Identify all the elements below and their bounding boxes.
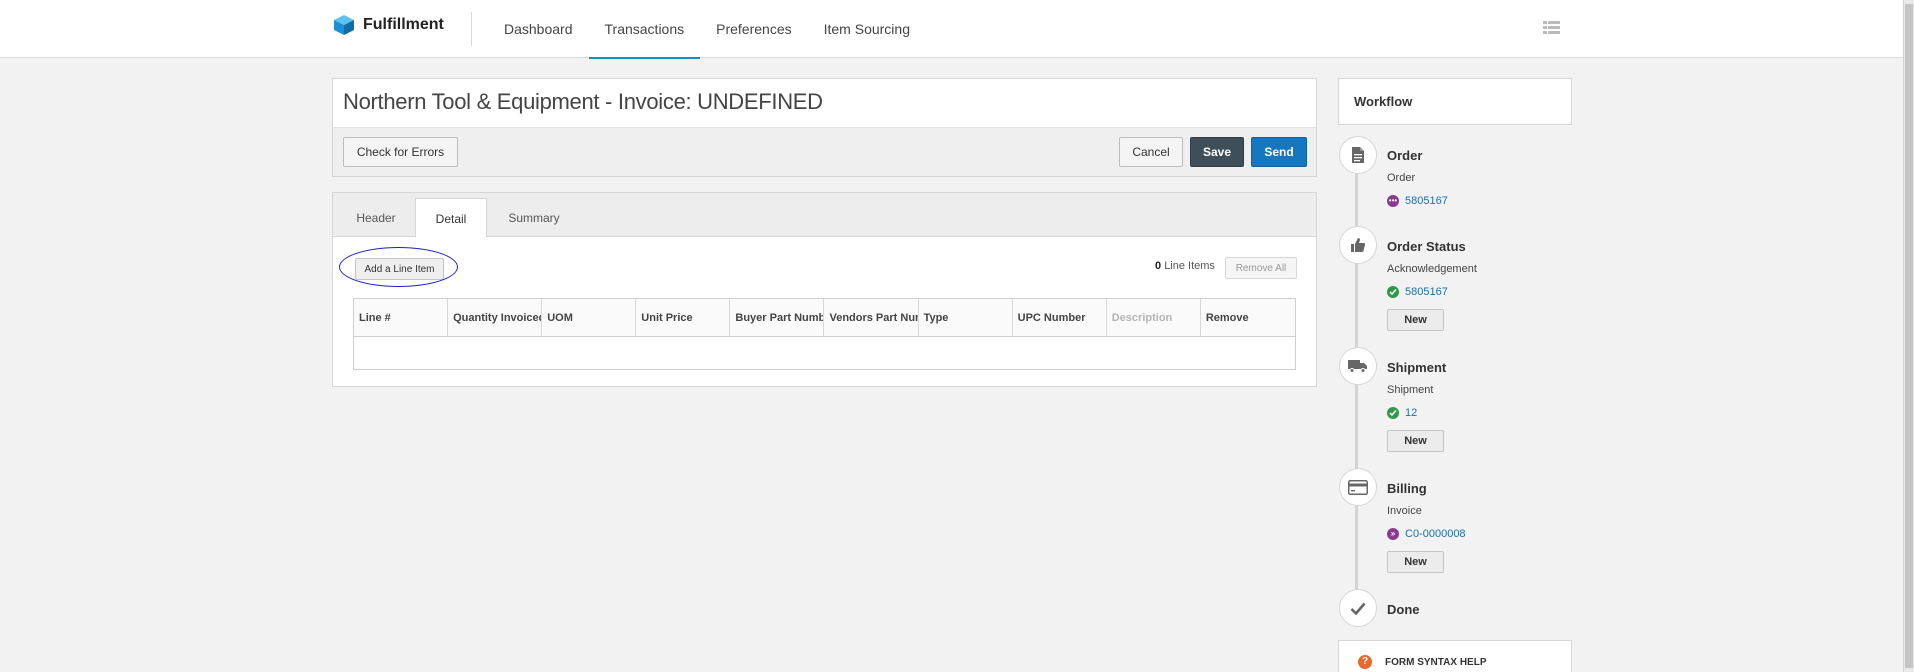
workflow-step-status-title: Order Status	[1387, 239, 1466, 254]
workflow-step-billing-title: Billing	[1387, 481, 1427, 496]
col-unit-price[interactable]: Unit Price	[636, 299, 731, 337]
workflow-step-status-icon	[1339, 226, 1377, 264]
cube-icon	[334, 15, 354, 35]
nav-preferences[interactable]: Preferences	[700, 0, 807, 58]
main-nav: Dashboard Transactions Preferences Item …	[488, 0, 926, 59]
nav-dashboard[interactable]: Dashboard	[488, 0, 589, 58]
workflow-step-shipment-title: Shipment	[1387, 360, 1447, 375]
workflow-step-done-icon	[1339, 589, 1377, 627]
workflow-step-done-title: Done	[1387, 602, 1420, 617]
grid-header-row: Line # Quantity Invoiced UOM Unit Price …	[354, 299, 1295, 337]
col-vendors-part-number[interactable]: Vendors Part Number	[824, 299, 919, 337]
brand[interactable]: Fulfillment	[333, 14, 444, 36]
nav-item-sourcing[interactable]: Item Sourcing	[808, 0, 926, 58]
form-syntax-help-label[interactable]: FORM SYNTAX HELP	[1385, 657, 1486, 668]
credit-card-icon	[1348, 479, 1368, 495]
col-type[interactable]: Type	[919, 299, 1013, 337]
col-description: Description	[1107, 299, 1201, 337]
vertical-scrollbar[interactable]	[1903, 0, 1914, 672]
tab-header[interactable]: Header	[339, 198, 413, 238]
brand-name: Fulfillment	[363, 16, 444, 33]
forward-icon: »	[1387, 528, 1399, 540]
scrollbar-thumb[interactable]	[1905, 4, 1913, 668]
col-quantity-invoiced[interactable]: Quantity Invoiced	[448, 299, 543, 337]
line-count: 0 Line Items	[1155, 260, 1215, 272]
col-line-number[interactable]: Line #	[354, 299, 449, 337]
col-uom[interactable]: UOM	[542, 299, 637, 337]
workflow-step-shipment-link[interactable]: 12	[1387, 407, 1417, 419]
workflow-step-order-sub: Order	[1387, 172, 1416, 184]
in-progress-icon: •••	[1387, 195, 1399, 207]
workflow-step-order-icon	[1339, 136, 1377, 174]
col-buyer-part-number[interactable]: Buyer Part Number	[730, 299, 825, 337]
line-count-label: Line Items	[1164, 260, 1215, 272]
cancel-button[interactable]: Cancel	[1119, 137, 1183, 167]
line-count-value: 0	[1155, 260, 1162, 272]
order-number-link[interactable]: 5805167	[1405, 195, 1448, 207]
document-title-card: Northern Tool & Equipment - Invoice: UND…	[332, 78, 1317, 177]
truck-icon	[1348, 360, 1367, 373]
workflow-step-billing-sub: Invoice	[1387, 505, 1422, 517]
new-shipment-button[interactable]: New	[1387, 430, 1444, 452]
top-navbar: Fulfillment Dashboard Transactions Prefe…	[0, 0, 1903, 59]
workflow-step-status-sub: Acknowledgement	[1387, 263, 1477, 275]
nav-transactions[interactable]: Transactions	[588, 0, 701, 59]
question-icon: ?	[1358, 655, 1372, 669]
tab-detail[interactable]: Detail	[415, 198, 487, 238]
add-line-item-button[interactable]: Add a Line Item	[355, 258, 444, 280]
grid-empty-body	[354, 337, 1295, 369]
line-items-grid: Line # Quantity Invoiced UOM Unit Price …	[353, 298, 1296, 370]
detail-card: Header Detail Summary Add a Line Item 0 …	[332, 192, 1317, 387]
shipment-link[interactable]: 12	[1405, 407, 1417, 419]
tab-bar: Header Detail Summary	[333, 193, 1316, 238]
remove-all-button[interactable]: Remove All	[1225, 257, 1297, 279]
tab-summary[interactable]: Summary	[489, 198, 579, 238]
check-errors-button[interactable]: Check for Errors	[343, 137, 458, 167]
checkmark-icon	[1350, 602, 1366, 615]
document-toolbar: Check for Errors Cancel Save Send	[333, 127, 1316, 176]
col-remove[interactable]: Remove	[1201, 299, 1295, 337]
nav-divider	[471, 12, 472, 46]
invoice-link[interactable]: C0-0000008	[1405, 528, 1466, 540]
workflow-step-shipment-sub: Shipment	[1387, 384, 1434, 396]
form-syntax-help[interactable]: ? FORM SYNTAX HELP	[1338, 640, 1572, 672]
workflow-header: Workflow	[1338, 78, 1572, 125]
workflow-step-shipment-icon	[1339, 347, 1377, 385]
acknowledgement-link[interactable]: 5805167	[1405, 286, 1448, 298]
list-icon[interactable]	[1543, 21, 1560, 35]
workflow-step-billing-icon	[1339, 468, 1377, 506]
page-title: Northern Tool & Equipment - Invoice: UND…	[343, 89, 823, 114]
col-upc-number[interactable]: UPC Number	[1013, 299, 1107, 337]
document-icon	[1352, 147, 1364, 163]
new-acknowledgement-button[interactable]: New	[1387, 309, 1444, 331]
send-button[interactable]: Send	[1251, 137, 1307, 167]
thumbs-up-icon	[1351, 238, 1365, 252]
check-circle-icon	[1387, 407, 1399, 419]
save-button[interactable]: Save	[1190, 137, 1244, 167]
workflow-step-order-link[interactable]: ••• 5805167	[1387, 195, 1448, 207]
workflow-step-order-title: Order	[1387, 148, 1423, 163]
workflow-title: Workflow	[1354, 94, 1413, 109]
check-circle-icon	[1387, 286, 1399, 298]
workflow-step-billing-link[interactable]: » C0-0000008	[1387, 528, 1466, 540]
workflow-step-status-link[interactable]: 5805167	[1387, 286, 1448, 298]
new-invoice-button[interactable]: New	[1387, 551, 1444, 573]
